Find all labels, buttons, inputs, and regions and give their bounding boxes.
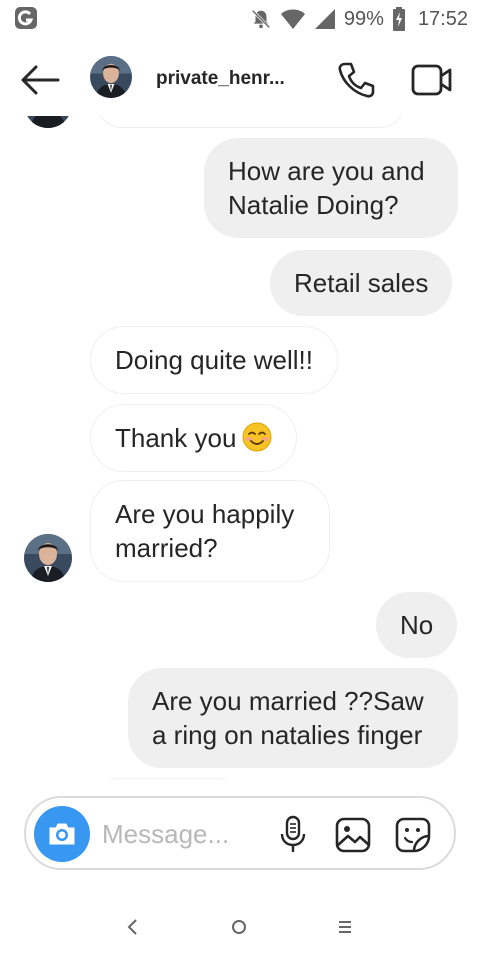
chat-header: private_henr... bbox=[0, 44, 480, 116]
message-text: Doing quite well!! bbox=[115, 345, 313, 375]
gallery-button[interactable] bbox=[334, 816, 372, 854]
battery-percentage: 99% bbox=[343, 7, 384, 30]
status-bar: 99% 17:52 bbox=[0, 0, 480, 38]
message-text: Thank you bbox=[115, 423, 237, 453]
phone-icon bbox=[338, 62, 375, 98]
avatar[interactable] bbox=[90, 56, 132, 98]
call-button[interactable] bbox=[336, 60, 376, 100]
avatar[interactable] bbox=[24, 534, 72, 582]
message-bubble-sent[interactable]: Are you married ??Saw a ring on natalies… bbox=[128, 668, 458, 768]
microphone-icon bbox=[280, 815, 306, 852]
camera-button[interactable] bbox=[34, 806, 90, 862]
message-bubble-received[interactable]: Are you happily married? bbox=[90, 480, 330, 582]
wifi-icon bbox=[280, 8, 306, 30]
message-bubble-sent[interactable]: Retail sales bbox=[270, 250, 453, 316]
sticker-button[interactable] bbox=[394, 816, 432, 854]
arrow-left-icon bbox=[21, 65, 60, 95]
system-menu-button[interactable] bbox=[330, 912, 360, 942]
circle-icon bbox=[232, 920, 246, 934]
system-back-button[interactable] bbox=[118, 912, 148, 942]
message-bubble-received[interactable]: Thank you bbox=[90, 404, 298, 472]
signal-icon bbox=[314, 8, 336, 30]
video-call-button[interactable] bbox=[410, 62, 454, 98]
voice-message-button[interactable] bbox=[278, 814, 308, 854]
status-time: 17:52 bbox=[417, 7, 468, 30]
video-camera-icon bbox=[411, 64, 452, 96]
message-thread: How are you and Natalie Doing? Retail sa… bbox=[0, 116, 480, 780]
message-bubble-received[interactable]: Doing quite well!! bbox=[90, 326, 338, 394]
message-text: Are you married ??Saw a ring on natalies… bbox=[152, 686, 424, 750]
system-navigation-bar bbox=[0, 890, 480, 960]
chat-username[interactable]: private_henr... bbox=[156, 68, 296, 90]
back-button[interactable] bbox=[20, 62, 62, 98]
camera-icon bbox=[49, 823, 75, 845]
image-icon bbox=[335, 817, 371, 853]
chevron-left-icon bbox=[127, 919, 137, 935]
message-text: Are you happily married? bbox=[115, 499, 295, 563]
bell-off-icon bbox=[250, 8, 272, 30]
avatar bbox=[24, 116, 72, 128]
battery-charging-icon bbox=[392, 7, 406, 31]
app-notification-icon bbox=[14, 6, 38, 30]
message-bubble-sent[interactable]: No bbox=[376, 592, 458, 658]
message-bubble-partial bbox=[96, 116, 406, 128]
sticker-icon bbox=[395, 817, 431, 853]
smiling-face-emoji bbox=[242, 422, 272, 452]
message-bubble-partial bbox=[98, 778, 238, 780]
menu-lines-icon bbox=[339, 921, 351, 933]
message-text: No bbox=[400, 610, 434, 640]
message-input[interactable] bbox=[102, 812, 262, 856]
message-composer bbox=[24, 796, 456, 870]
message-text: Retail sales bbox=[294, 268, 429, 298]
message-text: How are you and Natalie Doing? bbox=[228, 156, 425, 220]
message-bubble-sent[interactable]: How are you and Natalie Doing? bbox=[204, 138, 458, 238]
system-home-button[interactable] bbox=[224, 912, 254, 942]
